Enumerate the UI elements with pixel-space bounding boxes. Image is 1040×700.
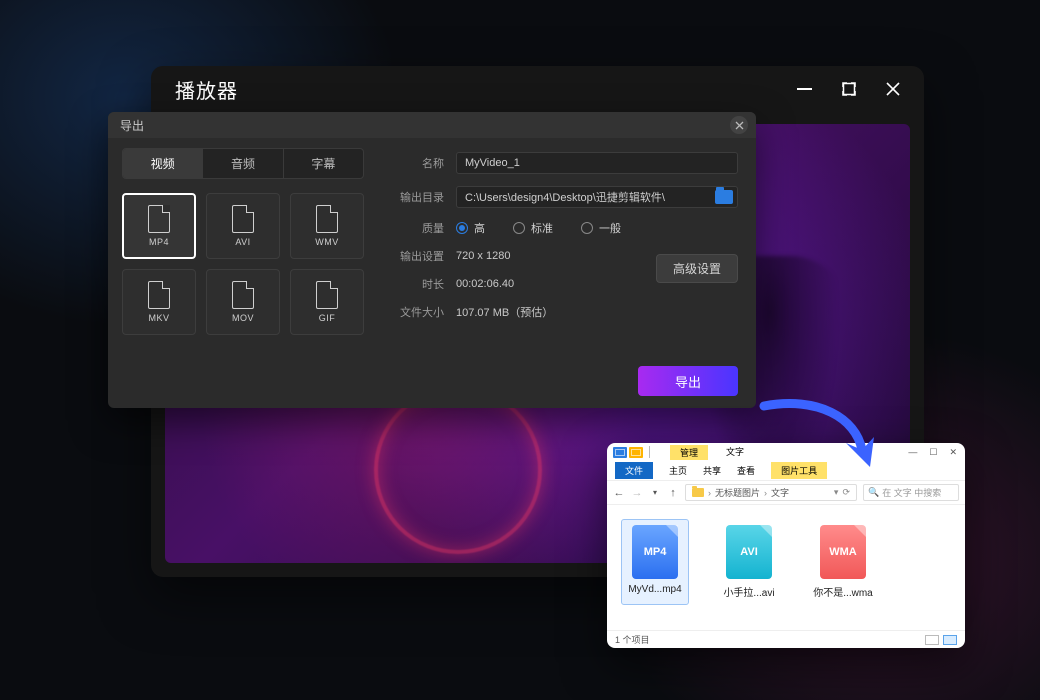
export-titlebar: 导出 [108,112,756,138]
nav-up-button[interactable]: ↑ [667,487,679,499]
file-name: 小手拉...avi [723,584,774,599]
file-item-mp4[interactable]: MP4 MyVd...mp4 [621,519,689,605]
radio-quality-high[interactable]: 高 [456,220,485,236]
explorer-navbar: ← → ▾ ↑ › 无标题图片 › 文字 ▾ ⟳ 🔍 在 文字 中搜索 [607,481,965,505]
export-button[interactable]: 导出 [638,366,738,396]
maximize-button[interactable] [842,82,856,96]
explorer-window-title: 文字 [726,445,744,460]
label-output-dir: 输出目录 [386,189,444,205]
close-button[interactable] [886,82,900,96]
file-icon [148,281,170,309]
search-icon: 🔍 [868,487,879,498]
ribbon-tab-home[interactable]: 主页 [669,464,687,477]
label-duration: 时长 [386,276,444,292]
close-icon [735,121,744,130]
explorer-minimize-button[interactable]: — [908,447,917,458]
export-close-button[interactable] [730,116,748,134]
nav-forward-button[interactable]: → [631,487,643,499]
file-icon [316,281,338,309]
fullscreen-icon [842,82,856,96]
minimize-button[interactable] [797,88,812,90]
ribbon-tab-file[interactable]: 文件 [615,462,653,479]
file-icon [316,205,338,233]
explorer-qat-icon [629,447,643,458]
file-name: MyVd...mp4 [628,584,681,595]
breadcrumb-leaf[interactable]: 文字 [771,486,789,499]
label-quality: 质量 [386,220,444,236]
value-filesize: 107.07 MB（预估） [456,304,553,320]
explorer-statusbar: 1 个项目 [607,630,965,648]
breadcrumb-root[interactable]: 无标题图片 [715,486,760,499]
player-title: 播放器 [175,75,238,104]
format-wmv[interactable]: WMV [290,193,364,259]
format-mp4[interactable]: MP4 [122,193,196,259]
ribbon-contextual-manage[interactable]: 管理 [670,445,708,460]
file-thumbnail: AVI [726,525,772,579]
value-resolution: 720 x 1280 [456,250,510,262]
format-mov[interactable]: MOV [206,269,280,335]
file-icon [148,205,170,233]
player-titlebar: 播放器 [151,66,924,112]
input-output-dir[interactable]: C:\Users\design4\Desktop\迅捷剪辑软件\ [456,186,738,208]
radio-quality-normal[interactable]: 一般 [581,220,621,236]
file-thumbnail: WMA [820,525,866,579]
window-controls [797,82,900,96]
address-dropdown-button[interactable]: ▾ [834,487,839,498]
input-name[interactable]: MyVideo_1 [456,152,738,174]
explorer-maximize-button[interactable]: ☐ [929,447,937,458]
format-grid: MP4 AVI WMV MKV MOV GIF [122,193,364,335]
file-icon [232,281,254,309]
explorer-app-icon [613,447,627,458]
label-filesize: 文件大小 [386,304,444,320]
advanced-settings-button[interactable]: 高级设置 [656,254,738,283]
value-duration: 00:02:06.40 [456,278,514,290]
search-placeholder: 在 文字 中搜索 [882,486,941,499]
folder-icon[interactable] [715,190,733,204]
label-output-setting: 输出设置 [386,248,444,264]
address-refresh-button[interactable]: ⟳ [842,487,850,498]
export-tabs: 视频 音频 字幕 [122,148,364,179]
export-dialog-title: 导出 [120,117,144,134]
explorer-file-pane: MP4 MyVd...mp4 AVI 小手拉...avi WMA 你不是...w… [607,505,965,611]
arrow-annotation [758,400,878,474]
radio-icon [513,222,525,234]
radio-icon [581,222,593,234]
file-name: 你不是...wma [813,584,872,599]
file-item-avi[interactable]: AVI 小手拉...avi [715,519,783,605]
file-icon [232,205,254,233]
view-details-button[interactable] [925,635,939,645]
folder-icon [692,488,704,497]
close-icon [886,82,900,96]
arrow-icon [758,400,878,474]
minimize-icon [797,88,812,90]
address-bar[interactable]: › 无标题图片 › 文字 ▾ ⟳ [685,484,857,501]
explorer-search-input[interactable]: 🔍 在 文字 中搜索 [863,484,959,501]
format-mkv[interactable]: MKV [122,269,196,335]
file-thumbnail: MP4 [632,525,678,579]
format-avi[interactable]: AVI [206,193,280,259]
radio-quality-standard[interactable]: 标准 [513,220,553,236]
view-icons-button[interactable] [943,635,957,645]
tab-subtitle[interactable]: 字幕 [284,149,363,178]
ribbon-tab-view[interactable]: 查看 [737,464,755,477]
nav-back-button[interactable]: ← [613,487,625,499]
label-name: 名称 [386,155,444,171]
tab-audio[interactable]: 音频 [203,149,283,178]
export-dialog: 导出 视频 音频 字幕 MP4 AVI WMV MKV MOV GIF 名称 [108,112,756,408]
quality-radios: 高 标准 一般 [456,220,621,236]
nav-recent-button[interactable]: ▾ [649,488,661,497]
status-item-count: 1 个项目 [615,633,650,646]
radio-icon [456,222,468,234]
tab-video[interactable]: 视频 [123,149,203,178]
format-gif[interactable]: GIF [290,269,364,335]
file-item-wma[interactable]: WMA 你不是...wma [809,519,877,605]
ribbon-tab-share[interactable]: 共享 [703,464,721,477]
explorer-close-button[interactable]: ✕ [949,447,957,458]
